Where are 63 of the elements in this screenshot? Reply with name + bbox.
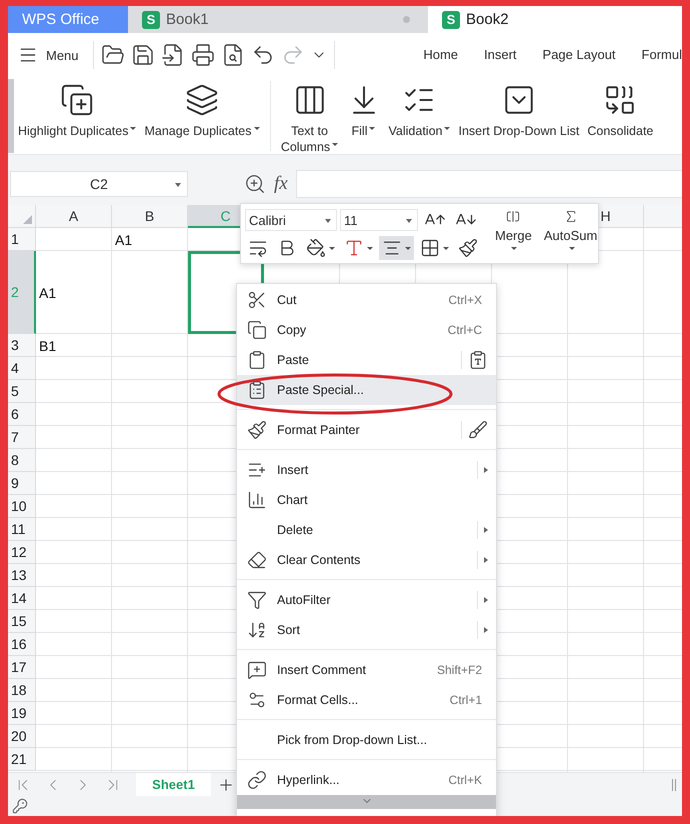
tab-label: WPS Office [22, 11, 100, 28]
row-header[interactable]: 21 [8, 748, 36, 771]
ribbon-button[interactable]: Consolidate [583, 77, 658, 139]
document-tab[interactable]: S Book2 [428, 6, 682, 33]
menu-item[interactable]: Sort [237, 615, 496, 645]
table-cell-text: A1 [38, 284, 58, 302]
row-header[interactable]: 13 [8, 564, 36, 587]
font-select[interactable]: Calibri [245, 209, 337, 231]
menu-button[interactable]: Menu [14, 40, 89, 70]
row-header[interactable]: 12 [8, 541, 36, 564]
menu-item[interactable]: Format Painter [237, 415, 496, 445]
table-cell-text: A1 [114, 230, 134, 250]
row-header[interactable]: 15 [8, 610, 36, 633]
row-header[interactable]: 3 [8, 334, 36, 357]
row-header[interactable]: 18 [8, 679, 36, 702]
ribbon-button[interactable]: Insert Drop-Down List [454, 77, 584, 139]
row-header[interactable]: 6 [8, 403, 36, 426]
menu-item[interactable]: Paste [237, 345, 496, 375]
row-header[interactable]: 16 [8, 633, 36, 656]
menu-item[interactable]: Clear Contents [237, 545, 496, 575]
row-header[interactable]: 14 [8, 587, 36, 610]
menu-item[interactable]: Cut Ctrl+X [237, 285, 496, 315]
font-size-select[interactable]: 11 [340, 209, 418, 231]
table-cell-text: B1 [38, 336, 58, 356]
row-header[interactable]: 1 [8, 228, 36, 251]
function-button[interactable]: fx [274, 173, 288, 195]
menu-item[interactable]: Format Cells... Ctrl+1 [237, 685, 496, 715]
column-header[interactable]: A [36, 205, 112, 228]
row-header[interactable]: 7 [8, 426, 36, 449]
ribbon-tab[interactable]: Formul [642, 42, 682, 68]
menu-item[interactable]: Pick from Drop-down List... [237, 725, 496, 755]
ribbon-button[interactable]: Manage Duplicates [140, 77, 264, 139]
ribbon-button[interactable]: Highlight Duplicates [14, 77, 140, 139]
row-header[interactable]: 19 [8, 702, 36, 725]
row-header[interactable]: 9 [8, 472, 36, 495]
row-header[interactable]: 4 [8, 357, 36, 380]
row-header[interactable]: 17 [8, 656, 36, 679]
spreadsheet-icon: S [142, 10, 160, 28]
ribbon-tab[interactable]: Page Layout [542, 42, 616, 68]
name-box[interactable]: C2 [10, 171, 188, 197]
menu-item[interactable]: Hyperlink... Ctrl+K [237, 765, 496, 795]
menu-item[interactable]: Copy Ctrl+C [237, 315, 496, 345]
menu-item[interactable]: Insert [237, 455, 496, 485]
spreadsheet-icon: S [442, 10, 460, 28]
ribbon-tab[interactable]: Insert [484, 42, 517, 68]
tab-label: Book1 [166, 11, 209, 28]
row-header[interactable]: 8 [8, 449, 36, 472]
menu-item[interactable]: AutoFilter [237, 585, 496, 615]
tab-label: Book2 [466, 11, 509, 28]
menu-item[interactable]: Chart [237, 485, 496, 515]
ribbon-button[interactable]: Fill [342, 77, 384, 139]
row-header[interactable]: 11 [8, 518, 36, 541]
column-header[interactable]: B [112, 205, 188, 228]
row-header[interactable]: 20 [8, 725, 36, 748]
menu-item[interactable]: Paste Special... [237, 375, 496, 405]
merge-button[interactable]: Merge [489, 207, 538, 260]
ribbon-button[interactable]: Validation [384, 77, 454, 139]
ribbon-tab[interactable]: Home [423, 42, 458, 68]
row-header[interactable]: 5 [8, 380, 36, 403]
row-header[interactable]: 10 [8, 495, 36, 518]
ribbon-button[interactable]: Text to Columns [276, 77, 342, 154]
menu-item[interactable]: Delete [237, 515, 496, 545]
menu-item[interactable]: Insert Comment Shift+F2 [237, 655, 496, 685]
